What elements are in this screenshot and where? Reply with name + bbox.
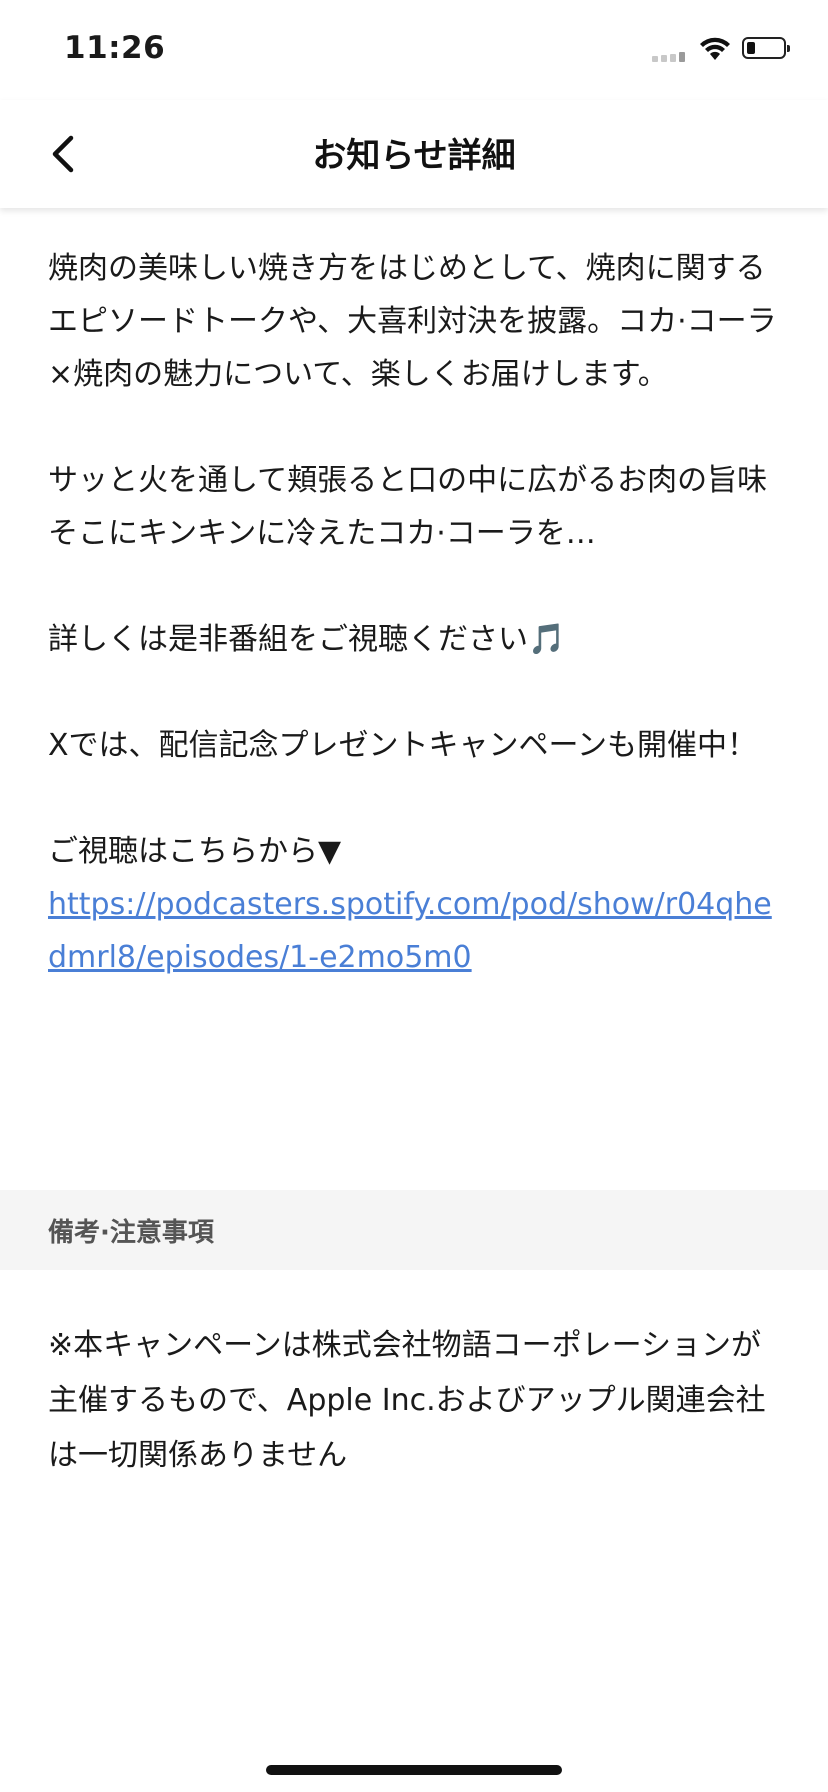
- notice-content: 焼肉の美味しい焼き方をはじめとして、焼肉に関するエピソードトークや、大喜利対決を…: [48, 242, 788, 984]
- navigation-bar: お知らせ詳細: [0, 100, 828, 208]
- paragraph-description: サッと火を通して頬張ると口の中に広がるお肉の旨味 そこにキンキンに冷えたコカ·コ…: [48, 463, 768, 551]
- paragraph-campaign: Xでは、配信記念プレゼントキャンペーンも開催中！: [48, 728, 758, 763]
- home-indicator[interactable]: [266, 1765, 562, 1775]
- notes-section-header: 備考·注意事項: [0, 1190, 828, 1270]
- notes-body: ※本キャンペーンは株式会社物語コーポレーションが主催するもので、Apple In…: [48, 1328, 766, 1473]
- notes-header-label: 備考·注意事項: [48, 1218, 214, 1248]
- battery-icon: [742, 37, 790, 59]
- status-bar: 11:26: [0, 0, 828, 100]
- paragraph-call-to-action: 詳しくは是非番組をご視聴ください🎵: [48, 622, 566, 657]
- status-time: 11:26: [64, 30, 166, 66]
- podcast-link[interactable]: https://podcasters.spotify.com/pod/show/…: [48, 887, 772, 975]
- cellular-signal-icon: [652, 52, 688, 62]
- wifi-icon: [700, 37, 730, 60]
- page-title: お知らせ詳細: [312, 136, 516, 176]
- paragraph-intro: 焼肉の美味しい焼き方をはじめとして、焼肉に関するエピソードトークや、大喜利対決を…: [48, 251, 777, 392]
- watch-label: ご視聴はこちらから▼: [48, 834, 342, 869]
